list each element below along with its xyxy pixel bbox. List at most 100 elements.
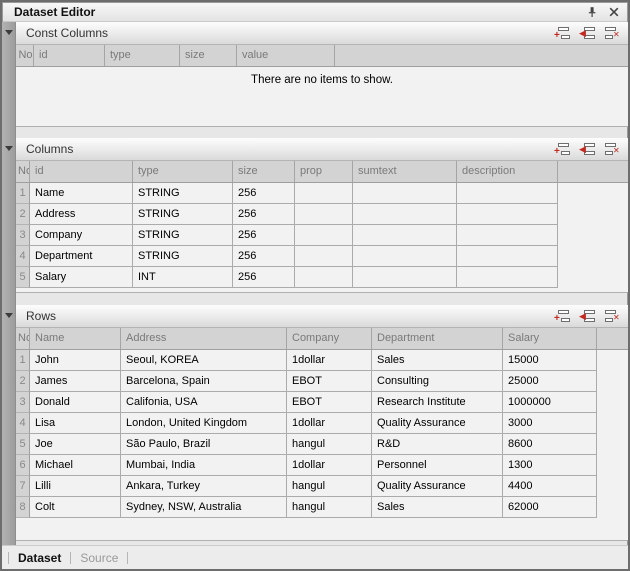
table-cell[interactable]: Salary — [30, 267, 133, 288]
table-cell[interactable] — [295, 246, 353, 267]
table-cell[interactable]: Company — [30, 225, 133, 246]
table-cell[interactable]: James — [30, 371, 121, 392]
collapse-arrow-icon[interactable] — [5, 30, 13, 35]
table-cell[interactable]: Joe — [30, 434, 121, 455]
table-cell[interactable]: Donald — [30, 392, 121, 413]
column-header[interactable]: value — [237, 45, 335, 66]
table-cell[interactable]: STRING — [133, 246, 233, 267]
table-cell[interactable] — [353, 246, 457, 267]
column-header[interactable]: sumtext — [353, 161, 457, 182]
insert-row-icon[interactable]: ◀ — [579, 142, 596, 156]
column-header[interactable]: size — [233, 161, 295, 182]
table-cell[interactable]: Consulting — [372, 371, 503, 392]
table-cell[interactable] — [457, 204, 558, 225]
table-cell[interactable]: R&D — [372, 434, 503, 455]
table-cell[interactable]: hangul — [287, 497, 372, 518]
table-cell[interactable]: 15000 — [503, 350, 597, 371]
table-cell[interactable]: 256 — [233, 267, 295, 288]
row-number-cell[interactable]: 1 — [16, 350, 30, 371]
table-cell[interactable]: 1000000 — [503, 392, 597, 413]
row-number-cell[interactable]: 1 — [16, 183, 30, 204]
row-number-cell[interactable]: 2 — [16, 204, 30, 225]
row-number-cell[interactable]: 5 — [16, 434, 30, 455]
column-header[interactable]: No — [16, 161, 30, 182]
table-cell[interactable]: 256 — [233, 246, 295, 267]
column-header[interactable]: type — [133, 161, 233, 182]
row-number-cell[interactable]: 6 — [16, 455, 30, 476]
table-cell[interactable]: hangul — [287, 476, 372, 497]
table-cell[interactable]: 1300 — [503, 455, 597, 476]
collapse-arrow-icon[interactable] — [5, 313, 13, 318]
table-cell[interactable]: 25000 — [503, 371, 597, 392]
table-cell[interactable]: Barcelona, Spain — [121, 371, 287, 392]
row-number-cell[interactable]: 3 — [16, 392, 30, 413]
table-cell[interactable] — [295, 225, 353, 246]
table-cell[interactable]: Sales — [372, 350, 503, 371]
table-cell[interactable]: 1dollar — [287, 413, 372, 434]
column-header[interactable]: size — [180, 45, 237, 66]
table-cell[interactable]: 4400 — [503, 476, 597, 497]
table-cell[interactable]: Lisa — [30, 413, 121, 434]
table-cell[interactable]: Seoul, KOREA — [121, 350, 287, 371]
table-cell[interactable]: EBOT — [287, 371, 372, 392]
table-cell[interactable]: 1dollar — [287, 455, 372, 476]
table-cell[interactable]: Sydney, NSW, Australia — [121, 497, 287, 518]
column-header[interactable]: No — [16, 45, 34, 66]
column-header[interactable]: Salary — [503, 328, 597, 349]
insert-row-icon[interactable]: ◀ — [579, 309, 596, 323]
row-number-cell[interactable]: 2 — [16, 371, 30, 392]
table-cell[interactable]: Michael — [30, 455, 121, 476]
column-header[interactable]: description — [457, 161, 558, 182]
table-cell[interactable] — [295, 267, 353, 288]
delete-row-icon[interactable]: ✕ — [604, 26, 621, 40]
table-cell[interactable]: Lilli — [30, 476, 121, 497]
table-cell[interactable] — [353, 204, 457, 225]
table-cell[interactable]: hangul — [287, 434, 372, 455]
column-header[interactable]: type — [105, 45, 180, 66]
table-cell[interactable] — [353, 183, 457, 204]
close-icon[interactable] — [608, 6, 620, 18]
table-cell[interactable]: Califonia, USA — [121, 392, 287, 413]
column-header[interactable]: prop — [295, 161, 353, 182]
table-cell[interactable] — [457, 225, 558, 246]
row-number-cell[interactable]: 7 — [16, 476, 30, 497]
add-row-icon[interactable]: + — [554, 309, 571, 323]
table-cell[interactable] — [295, 183, 353, 204]
column-header[interactable]: Address — [121, 328, 287, 349]
table-cell[interactable]: Mumbai, India — [121, 455, 287, 476]
table-cell[interactable]: 1dollar — [287, 350, 372, 371]
column-header[interactable]: Department — [372, 328, 503, 349]
table-cell[interactable]: John — [30, 350, 121, 371]
table-cell[interactable]: 62000 — [503, 497, 597, 518]
table-cell[interactable]: 256 — [233, 183, 295, 204]
table-cell[interactable] — [295, 204, 353, 225]
table-cell[interactable]: Ankara, Turkey — [121, 476, 287, 497]
column-header[interactable]: Name — [30, 328, 121, 349]
table-cell[interactable]: Department — [30, 246, 133, 267]
table-cell[interactable]: STRING — [133, 225, 233, 246]
tab-dataset[interactable]: Dataset — [18, 551, 61, 565]
table-cell[interactable]: 256 — [233, 204, 295, 225]
row-number-cell[interactable]: 4 — [16, 246, 30, 267]
table-cell[interactable]: STRING — [133, 204, 233, 225]
table-cell[interactable]: London, United Kingdom — [121, 413, 287, 434]
delete-row-icon[interactable]: ✕ — [604, 142, 621, 156]
tab-source[interactable]: Source — [80, 551, 118, 565]
table-cell[interactable] — [457, 246, 558, 267]
column-header[interactable]: Company — [287, 328, 372, 349]
row-number-cell[interactable]: 8 — [16, 497, 30, 518]
table-cell[interactable] — [353, 267, 457, 288]
delete-row-icon[interactable]: ✕ — [604, 309, 621, 323]
table-cell[interactable]: Address — [30, 204, 133, 225]
table-cell[interactable]: Personnel — [372, 455, 503, 476]
table-cell[interactable]: EBOT — [287, 392, 372, 413]
table-cell[interactable]: 8600 — [503, 434, 597, 455]
table-cell[interactable]: Name — [30, 183, 133, 204]
add-row-icon[interactable]: + — [554, 26, 571, 40]
table-cell[interactable]: São Paulo, Brazil — [121, 434, 287, 455]
collapse-arrow-icon[interactable] — [5, 146, 13, 151]
table-cell[interactable]: Colt — [30, 497, 121, 518]
table-cell[interactable]: Research Institute — [372, 392, 503, 413]
table-cell[interactable] — [457, 267, 558, 288]
insert-row-icon[interactable]: ◀ — [579, 26, 596, 40]
